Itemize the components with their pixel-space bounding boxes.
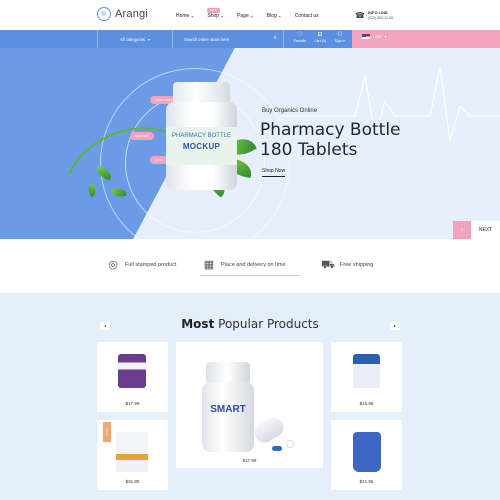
- hero-banner: VEGETABLE HEALTHY 100% PHARMACY BOTTLE M…: [0, 48, 500, 239]
- hero-title-line2: 180 Tablets: [260, 140, 358, 160]
- chevron-down-icon: ▾: [221, 13, 224, 19]
- pill-icon: [272, 446, 282, 451]
- hero-bottle-image: PHARMACY BOTTLE MOCKUP: [165, 82, 238, 192]
- chevron-down-icon: ▾: [148, 36, 151, 42]
- feature-underline: [200, 275, 300, 276]
- categories-label: All categories: [119, 36, 146, 42]
- nav-blog-label: Blog: [266, 13, 277, 19]
- headset-icon: ☎: [355, 11, 365, 20]
- feature-delivery: ▦ Place and delivery on time: [202, 258, 286, 272]
- sign-in-button[interactable]: ⚇ Sign in: [329, 31, 351, 47]
- product-image: [353, 354, 380, 388]
- cart-label: Cart (0): [314, 39, 326, 43]
- info-title: INFO LINE: [368, 10, 388, 15]
- feature-shipping-label: Free shipping: [340, 262, 374, 268]
- hero-title: Pharmacy Bottle 180 Tablets: [260, 120, 401, 160]
- truck-icon: ⛟: [321, 259, 335, 271]
- nav-page[interactable]: Page ▾: [237, 13, 253, 19]
- product-price: $17.99: [242, 458, 257, 463]
- product-image: [116, 432, 148, 472]
- currency-label: USD: [373, 34, 382, 39]
- chevron-down-icon: ▾: [278, 13, 281, 19]
- nav-contact[interactable]: Contact us: [295, 13, 319, 19]
- nav-shop[interactable]: Shop ▾: [207, 13, 223, 19]
- product-card[interactable]: $17.99: [97, 342, 168, 412]
- bottle-label-line2: MOCKUP: [182, 142, 221, 151]
- nav-home-label: Home: [176, 13, 190, 19]
- currency-selector[interactable]: USD ▾: [362, 34, 386, 39]
- product-card[interactable]: $21.85: [331, 420, 402, 490]
- slider-prev-button[interactable]: ‹: [453, 221, 471, 239]
- product-price: $31.85: [125, 479, 140, 484]
- product-price: $21.85: [359, 479, 374, 484]
- hero-subtitle: Buy Organics Online: [262, 108, 318, 114]
- product-card[interactable]: SALE $31.85: [97, 420, 168, 490]
- favorite-button[interactable]: ♡ Favorite: [289, 31, 311, 47]
- main-nav: Home ▾ Shop ▾ Page ▾ Blog ▾ Contact us: [176, 13, 333, 19]
- nav-shop-label: Shop: [207, 13, 220, 19]
- feature-shipping: ⛟ Free shipping: [321, 258, 373, 272]
- product-cap: [206, 362, 250, 384]
- product-card[interactable]: $15.85: [331, 342, 402, 412]
- search-placeholder: Search entire store here: [184, 36, 229, 42]
- site-logo[interactable]: Arangi: [97, 7, 148, 21]
- logo-icon: [97, 7, 111, 21]
- slider-next-button[interactable]: NEXT: [471, 221, 500, 239]
- product-image: [353, 432, 381, 472]
- product-image: [202, 382, 254, 452]
- bottle-label-line1: PHARMACY BOTTLE: [172, 133, 231, 139]
- hero-title-line1: Pharmacy Bottle: [260, 120, 401, 140]
- feature-delivery-label: Place and delivery on time: [221, 262, 286, 268]
- search-input[interactable]: Search entire store here ⌕: [176, 30, 284, 48]
- products-prev-button[interactable]: ◂: [100, 322, 110, 330]
- product-image: [118, 354, 146, 388]
- chevron-down-icon: ▾: [191, 13, 194, 19]
- currency-bar: [352, 30, 500, 48]
- product-price: $17.99: [125, 401, 140, 406]
- calendar-icon: ▦: [203, 259, 215, 271]
- shop-now-button[interactable]: Shop Now: [262, 168, 286, 177]
- logo-text: Arangi: [115, 8, 148, 20]
- heart-icon: ♡: [297, 32, 303, 38]
- section-title: Most Popular Products: [0, 317, 500, 331]
- chevron-down-icon: ▾: [250, 13, 253, 19]
- nav-page-label: Page: [237, 13, 249, 19]
- sign-in-label: Sign in: [334, 39, 346, 43]
- info-phone: (032) 800-12-99: [368, 16, 394, 20]
- cart-button[interactable]: ⊟ Cart (0): [309, 31, 331, 47]
- stamp-icon: ◎: [108, 259, 118, 271]
- chevron-left-icon: ‹: [461, 227, 463, 233]
- products-next-button[interactable]: ▸: [390, 322, 400, 330]
- bottle-label: PHARMACY BOTTLE MOCKUP: [166, 127, 237, 165]
- feature-stamped-label: Full stamped product: [125, 262, 177, 268]
- feature-stamped: ◎ Full stamped product: [106, 258, 176, 272]
- nav-blog[interactable]: Blog ▾: [267, 13, 281, 19]
- cart-icon: ⊟: [317, 32, 323, 38]
- us-flag-icon: [362, 34, 370, 39]
- bottle-cap: [173, 82, 230, 104]
- nav-contact-label: Contact us: [294, 13, 319, 19]
- sale-badge: SALE: [103, 422, 111, 442]
- search-icon[interactable]: ⌕: [274, 35, 277, 42]
- chevron-down-icon: ▾: [384, 34, 387, 39]
- section-title-rest: Popular Products: [218, 317, 319, 331]
- section-title-bold: Most: [181, 317, 215, 331]
- smart-label: SMART: [210, 404, 246, 415]
- user-icon: ⚇: [337, 32, 343, 38]
- categories-dropdown[interactable]: All categories ▾: [97, 30, 173, 48]
- healthy-tag: HEALTHY: [130, 132, 154, 140]
- nav-home[interactable]: Home ▾: [176, 13, 193, 19]
- favorite-label: Favorite: [293, 39, 307, 43]
- info-line: ☎ INFO LINE (032) 800-12-99: [355, 10, 393, 21]
- new-badge: NEW: [207, 8, 220, 13]
- product-price: $15.85: [359, 401, 374, 406]
- product-bottle-side: [251, 413, 287, 447]
- top-header: Arangi Home ▾ Shop ▾ Page ▾ Blog ▾ Contact u…: [0, 0, 500, 30]
- pill-icon: [286, 440, 294, 448]
- product-card-featured[interactable]: SMART $17.99: [176, 342, 323, 468]
